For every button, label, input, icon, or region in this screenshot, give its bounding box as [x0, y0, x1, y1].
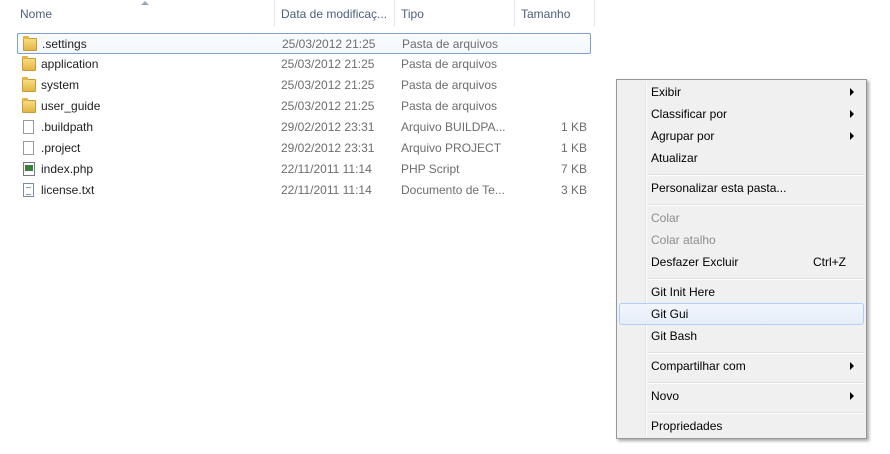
- file-date: 25/03/2012 21:25: [281, 57, 375, 71]
- column-size-label: Tamanho: [521, 7, 571, 21]
- submenu-arrow-icon: [850, 88, 854, 96]
- file-type: Pasta de arquivos: [401, 99, 498, 113]
- menu-item-new[interactable]: Novo: [619, 385, 864, 407]
- file-type: Documento de Te...: [401, 183, 505, 197]
- folder-icon: [23, 36, 37, 51]
- menu-separator: [647, 412, 864, 414]
- file-row-license-txt[interactable]: license.txt 22/11/2011 11:14 Documento d…: [17, 180, 591, 201]
- file-name: system: [41, 78, 80, 92]
- menu-item-git-bash[interactable]: Git Bash: [619, 325, 864, 347]
- column-date-header[interactable]: Data de modificaç...: [276, 0, 395, 26]
- file-size: 1 KB: [560, 141, 587, 155]
- submenu-arrow-icon: [850, 132, 854, 140]
- file-name: .project: [41, 141, 81, 155]
- file-size: 1 KB: [560, 120, 587, 134]
- menu-item-undo-delete[interactable]: Desfazer Excluir Ctrl+Z: [619, 251, 864, 273]
- menu-item-label: Git Bash: [651, 329, 698, 343]
- file-size: 3 KB: [560, 183, 587, 197]
- menu-item-sort-by[interactable]: Classificar por: [619, 103, 864, 125]
- folder-icon: [22, 56, 36, 71]
- menu-item-group-by[interactable]: Agrupar por: [619, 125, 864, 147]
- menu-item-label: Git Gui: [651, 307, 689, 321]
- file-date: 22/11/2011 11:14: [281, 162, 372, 176]
- menu-item-shortcut: Ctrl+Z: [813, 255, 846, 269]
- file-icon: [23, 141, 34, 155]
- menu-item-label: Git Init Here: [651, 285, 716, 299]
- menu-separator: [647, 278, 864, 280]
- menu-item-label: Exibir: [651, 85, 682, 99]
- column-type-header[interactable]: Tipo: [396, 0, 515, 26]
- menu-item-paste: Colar: [619, 207, 864, 229]
- file-row-index-php[interactable]: index.php 22/11/2011 11:14 PHP Script 7 …: [17, 159, 591, 180]
- column-name-label: Nome: [20, 7, 53, 21]
- menu-item-label: Colar: [651, 211, 680, 225]
- file-name: user_guide: [41, 99, 101, 113]
- column-type-label: Tipo: [401, 7, 424, 21]
- file-type: PHP Script: [401, 162, 460, 176]
- file-row-buildpath[interactable]: .buildpath 29/02/2012 23:31 Arquivo BUIL…: [17, 117, 591, 138]
- file-name: .buildpath: [41, 120, 94, 134]
- file-row-project[interactable]: .project 29/02/2012 23:31 Arquivo PROJEC…: [17, 138, 591, 159]
- menu-item-label: Compartilhar com: [651, 359, 746, 373]
- file-type: Pasta de arquivos: [401, 57, 498, 71]
- menu-separator: [647, 352, 864, 354]
- menu-item-label: Agrupar por: [651, 129, 715, 143]
- menu-item-customize-folder[interactable]: Personalizar esta pasta...: [619, 177, 864, 199]
- file-name: license.txt: [41, 183, 95, 197]
- file-date: 29/02/2012 23:31: [281, 120, 375, 134]
- submenu-arrow-icon: [850, 362, 854, 370]
- file-date: 25/03/2012 21:25: [281, 99, 375, 113]
- menu-item-git-init-here[interactable]: Git Init Here: [619, 281, 864, 303]
- menu-item-label: Colar atalho: [651, 233, 716, 247]
- submenu-arrow-icon: [850, 392, 854, 400]
- file-size: 7 KB: [560, 162, 587, 176]
- file-date: 29/02/2012 23:31: [281, 141, 375, 155]
- menu-item-git-gui[interactable]: Git Gui: [619, 303, 864, 325]
- column-size-header[interactable]: Tamanho: [516, 0, 595, 26]
- menu-item-label: Atualizar: [651, 151, 698, 165]
- file-date: 25/03/2012 21:25: [282, 37, 376, 51]
- menu-item-label: Desfazer Excluir: [651, 255, 739, 269]
- php-file-icon: [23, 162, 35, 176]
- file-type: Arquivo BUILDPA...: [401, 120, 506, 134]
- menu-separator: [647, 382, 864, 384]
- file-type: Pasta de arquivos: [401, 78, 498, 92]
- file-name: application: [41, 57, 99, 71]
- menu-item-label: Novo: [651, 389, 680, 403]
- menu-item-label: Personalizar esta pasta...: [651, 181, 787, 195]
- file-type: Arquivo PROJECT: [401, 141, 502, 155]
- file-row-user-guide[interactable]: user_guide 25/03/2012 21:25 Pasta de arq…: [17, 96, 591, 117]
- context-menu: Exibir Classificar por Agrupar por Atual…: [616, 79, 867, 439]
- menu-item-share-with[interactable]: Compartilhar com: [619, 355, 864, 377]
- submenu-arrow-icon: [850, 110, 854, 118]
- file-type: Pasta de arquivos: [402, 37, 499, 51]
- menu-item-label: Propriedades: [651, 419, 723, 433]
- column-date-label: Data de modificaç...: [281, 7, 388, 21]
- menu-item-properties[interactable]: Propriedades: [619, 415, 864, 437]
- menu-item-label: Classificar por: [651, 107, 728, 121]
- folder-icon: [22, 98, 36, 113]
- menu-item-paste-shortcut: Colar atalho: [619, 229, 864, 251]
- menu-item-refresh[interactable]: Atualizar: [619, 147, 864, 169]
- text-file-icon: [23, 183, 34, 197]
- file-name: index.php: [41, 162, 94, 176]
- file-row-system[interactable]: system 25/03/2012 21:25 Pasta de arquivo…: [17, 75, 591, 96]
- folder-icon: [22, 77, 36, 92]
- file-row-settings[interactable]: .settings 25/03/2012 21:25 Pasta de arqu…: [17, 33, 591, 54]
- sort-ascending-icon: [141, 1, 149, 5]
- menu-item-view[interactable]: Exibir: [619, 81, 864, 103]
- file-icon: [23, 120, 34, 134]
- menu-separator: [647, 204, 864, 206]
- column-header: Nome Data de modificaç... Tipo Tamanho: [0, 0, 596, 26]
- file-name: .settings: [42, 37, 87, 51]
- file-date: 22/11/2011 11:14: [281, 183, 372, 197]
- menu-separator: [647, 174, 864, 176]
- file-row-application[interactable]: application 25/03/2012 21:25 Pasta de ar…: [17, 54, 591, 75]
- file-date: 25/03/2012 21:25: [281, 78, 375, 92]
